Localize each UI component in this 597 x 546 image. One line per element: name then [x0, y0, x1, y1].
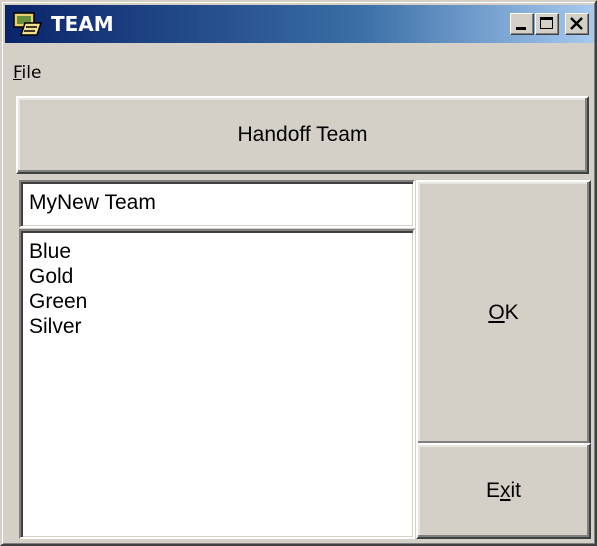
- team-name-input[interactable]: MyNew Team: [19, 180, 415, 228]
- list-item[interactable]: Silver: [29, 314, 413, 339]
- ok-label: OK: [488, 301, 518, 325]
- menu-bar: File: [5, 57, 594, 89]
- team-app-icon: [13, 12, 43, 36]
- handoff-team-label: Handoff Team: [237, 123, 368, 146]
- minimize-icon: [516, 27, 526, 30]
- team-listbox[interactable]: Blue Gold Green Silver: [19, 229, 415, 539]
- exit-label: Exit: [486, 479, 521, 503]
- team-window: TEAM File Handoff Team MyNew Team Blue G…: [0, 0, 597, 546]
- exit-accel: x: [500, 479, 511, 502]
- list-item[interactable]: Blue: [29, 239, 413, 264]
- menu-file[interactable]: File: [13, 63, 41, 83]
- maximize-icon: [540, 17, 553, 29]
- ok-rest: K: [504, 300, 519, 324]
- ok-accel: O: [488, 300, 505, 324]
- handoff-team-button[interactable]: Handoff Team: [16, 96, 589, 174]
- title-bar[interactable]: TEAM: [5, 5, 594, 43]
- close-icon: [570, 17, 583, 30]
- minimize-button[interactable]: [510, 13, 534, 35]
- menu-file-accel: F: [13, 63, 22, 83]
- exit-pre: E: [485, 479, 500, 502]
- ok-button[interactable]: OK: [416, 180, 591, 445]
- maximize-button[interactable]: [535, 13, 559, 35]
- close-button[interactable]: [565, 13, 589, 35]
- list-item[interactable]: Gold: [29, 264, 413, 289]
- window-title: TEAM: [51, 12, 114, 36]
- exit-button[interactable]: Exit: [416, 443, 591, 539]
- list-item[interactable]: Green: [29, 289, 413, 314]
- exit-post: it: [510, 479, 522, 502]
- menu-file-label: ile: [21, 63, 42, 83]
